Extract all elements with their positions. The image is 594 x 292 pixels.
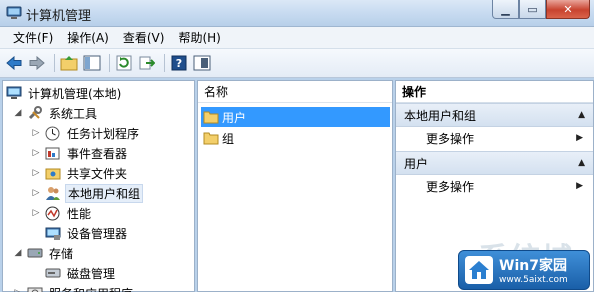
maximize-button[interactable]: ▭ [519, 0, 546, 19]
watermark-badge: Win7家园 www.5aixt.com [458, 250, 590, 290]
toolbar-separator [164, 54, 165, 72]
list-item-label: 组 [222, 131, 235, 146]
users-icon [44, 185, 61, 201]
window-controls: ▁ ▭ ✕ [492, 0, 590, 20]
menu-action[interactable]: 操作(A) [60, 29, 116, 46]
tree-label: 性能 [67, 206, 92, 221]
tree-item-local-users-groups[interactable]: ▷ 本地用户和组 [31, 183, 144, 203]
toolbar-separator [54, 54, 55, 72]
menu-help[interactable]: 帮助(H) [171, 29, 227, 46]
tree-item-task-scheduler[interactable]: ▷ 任务计划程序 [31, 123, 141, 143]
window-title: 计算机管理 [26, 9, 92, 24]
tools-icon [26, 105, 43, 121]
computer-management-icon [6, 6, 22, 19]
collapse-arrow-icon[interactable]: ◢ [13, 108, 23, 118]
help-icon[interactable]: ? [169, 53, 189, 73]
close-button[interactable]: ✕ [546, 0, 590, 19]
tree-item-services-apps[interactable]: ▷ 服务和应用程序 [13, 283, 135, 292]
tree-label: 共享文件夹 [67, 166, 128, 181]
column-header-name[interactable]: 名称 [198, 81, 392, 103]
tree-label: 本地用户和组 [65, 183, 144, 203]
more-actions-item[interactable]: 更多操作 ▶ [396, 175, 593, 197]
export-icon[interactable] [137, 53, 157, 73]
expand-arrow-icon[interactable]: ▷ [13, 288, 23, 292]
expand-arrow-icon[interactable]: ▷ [31, 128, 41, 138]
forward-arrow-icon[interactable] [27, 53, 47, 73]
folder-icon [203, 132, 219, 145]
tree-item-performance[interactable]: ▷ 性能 [31, 203, 93, 223]
more-actions-label: 更多操作 [426, 179, 475, 194]
tree-item-system-tools[interactable]: ◢ 系统工具 [13, 103, 99, 123]
tree-label: 磁盘管理 [67, 266, 116, 281]
tree-item-disk-management[interactable]: 磁盘管理 [41, 263, 117, 283]
toolbar-separator [109, 54, 110, 72]
actions-group-local-users-groups[interactable]: 本地用户和组 ▲ [396, 103, 593, 127]
services-icon [26, 285, 43, 292]
actions-group-label: 用户 [404, 156, 429, 171]
expand-arrow-icon[interactable]: ▷ [31, 168, 41, 178]
refresh-icon[interactable] [114, 53, 134, 73]
watermark-url: www.5aixt.com [499, 275, 568, 285]
storage-icon [26, 245, 43, 261]
expand-arrow-icon[interactable]: ▷ [31, 148, 41, 158]
tree-label: 服务和应用程序 [47, 284, 135, 292]
actions-group-users[interactable]: 用户 ▲ [396, 151, 593, 175]
more-actions-item[interactable]: 更多操作 ▶ [396, 127, 593, 149]
menu-view[interactable]: 查看(V) [116, 29, 172, 46]
more-actions-label: 更多操作 [426, 131, 475, 146]
tree-label: 设备管理器 [67, 226, 128, 241]
tree-label: 存储 [49, 246, 74, 261]
list-item-groups[interactable]: 组 [201, 128, 390, 148]
menu-bar: 文件(F) 操作(A) 查看(V) 帮助(H) [0, 27, 594, 49]
submenu-arrow-icon: ▶ [576, 133, 583, 143]
actions-header: 操作 [396, 81, 593, 103]
collapse-arrow-icon[interactable]: ◢ [13, 248, 23, 258]
list-item-users[interactable]: 用户 [201, 107, 390, 127]
tree-label: 任务计划程序 [67, 126, 140, 141]
collapse-triangle-icon[interactable]: ▲ [578, 158, 585, 168]
computer-icon [5, 85, 22, 101]
submenu-arrow-icon: ▶ [576, 181, 583, 191]
up-folder-icon[interactable] [59, 53, 79, 73]
panel-icon[interactable] [192, 53, 212, 73]
house-logo-icon [465, 256, 493, 284]
console-tree[interactable]: 计算机管理(本地) ◢ 系统工具 ▷ 任务计划程序 ▷ 事件查看器 ▷ 共享文件… [2, 80, 195, 292]
menu-file[interactable]: 文件(F) [6, 29, 60, 46]
minimize-button[interactable]: ▁ [492, 0, 519, 19]
shared-folder-icon [44, 165, 61, 181]
tree-item-shared-folders[interactable]: ▷ 共享文件夹 [31, 163, 129, 183]
folder-icon [203, 111, 219, 124]
expand-arrow-icon[interactable]: ▷ [31, 208, 41, 218]
svg-text:?: ? [176, 57, 182, 70]
event-viewer-icon [44, 145, 61, 161]
tree-label: 系统工具 [49, 106, 98, 121]
disk-icon [44, 265, 61, 281]
actions-group-label: 本地用户和组 [404, 108, 477, 123]
watermark-brand: Win7家园 [499, 258, 567, 274]
list-item-label: 用户 [222, 110, 247, 125]
tree-label: 事件查看器 [67, 146, 128, 161]
collapse-triangle-icon[interactable]: ▲ [578, 110, 585, 120]
performance-icon [44, 205, 61, 221]
clock-icon [44, 125, 61, 141]
toolbar: ? [0, 49, 594, 78]
tree-item-storage[interactable]: ◢ 存储 [13, 243, 75, 263]
details-pane: 名称 用户 组 [197, 80, 393, 292]
back-arrow-icon[interactable] [4, 53, 24, 73]
device-manager-icon [44, 225, 61, 241]
show-hide-tree-icon[interactable] [82, 53, 102, 73]
tree-item-device-manager[interactable]: 设备管理器 [41, 223, 129, 243]
expand-arrow-icon[interactable]: ▷ [31, 188, 41, 198]
title-bar: 计算机管理 ▁ ▭ ✕ [0, 0, 594, 27]
tree-label: 计算机管理(本地) [28, 86, 122, 101]
tree-item-root[interactable]: 计算机管理(本地) [5, 83, 123, 103]
tree-item-event-viewer[interactable]: ▷ 事件查看器 [31, 143, 129, 163]
